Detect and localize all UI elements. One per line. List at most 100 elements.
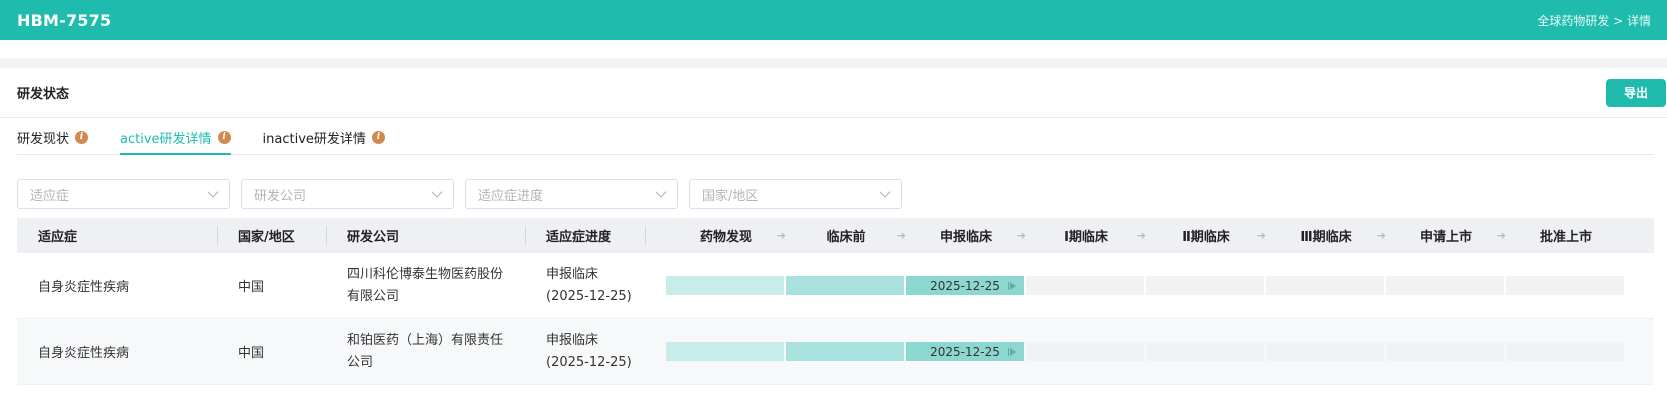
progress-stage: 申报临床 [546,266,599,282]
stage-bar-empty [1506,342,1624,361]
tab-inactive-details[interactable]: inactive研发详情 i [263,122,385,154]
stage-label: 药物发现 [699,230,752,245]
tab-current-status[interactable]: 研发现状 i [17,122,89,154]
filter-bar: 适应症 研发公司 适应症进度 国家/地区 [17,179,902,209]
progress-date: (2025-12-25) [546,288,632,304]
chevron-down-icon [879,186,891,198]
cell-indication: 自身炎症性疾病 [38,346,130,361]
arrow-right-icon: ➔ [1376,229,1386,242]
breadcrumb[interactable]: 全球药物研发 > 详情 [1537,12,1651,29]
select-placeholder: 适应症 [30,188,70,204]
dev-status-card: 研发状态 导出 研发现状 i active研发详情 i inactive研发详情… [0,68,1667,398]
stage-bar-empty [1146,342,1264,361]
stage-label: Ⅱ期临床 [1182,230,1230,245]
col-region: 国家/地区 [218,218,327,253]
stage-header: Ⅱ期临床 ➔ [1146,226,1266,245]
arrow-right-icon: ➔ [896,229,906,242]
stage-bar-done [786,276,904,295]
info-icon[interactable]: i [75,130,89,144]
company-line: 四川科伦博泰生物医药股份 [347,266,504,282]
tab-bar: 研发现状 i active研发详情 i inactive研发详情 i [17,123,1654,155]
company-line: 公司 [347,354,374,370]
stage-date: 2025-12-25 [930,278,1000,293]
flag-icon [1008,347,1016,356]
select-placeholder: 国家/地区 [702,188,759,204]
tab-label: active研发详情 [120,131,212,147]
info-icon[interactable]: i [217,130,231,144]
indication-select[interactable]: 适应症 [17,179,230,209]
top-bar: HBM-7575 全球药物研发 > 详情 [0,0,1667,40]
stage-bar-done [666,342,784,361]
arrow-right-icon: ➔ [776,229,786,242]
cell-progress: 申报临床 (2025-12-25) [526,330,646,374]
progress-date: (2025-12-25) [546,354,632,370]
progress-stage: 申报临床 [546,332,599,348]
stage-bar-empty [1026,342,1144,361]
export-button[interactable]: 导出 [1606,78,1666,107]
stage-label: 申报临床 [939,230,992,245]
chevron-down-icon [655,186,667,198]
stage-header: 临床前 ➔ [786,226,906,245]
stage-bar-done [786,342,904,361]
card-header: 研发状态 导出 [0,68,1667,118]
stage-header: 批准上市 [1506,226,1626,245]
stage-bar-current[interactable]: 2025-12-25 [906,342,1024,361]
arrow-right-icon: ➔ [1016,229,1026,242]
stage-bar-empty [1506,276,1624,295]
stage-label: 申请上市 [1419,230,1472,245]
stage-label: 临床前 [826,230,866,245]
page-title: HBM-7575 [17,10,112,30]
flag-icon [1008,281,1016,290]
region-select[interactable]: 国家/地区 [689,179,902,209]
chevron-down-icon [207,186,219,198]
stage-header: 药物发现 ➔ [666,226,786,245]
info-icon[interactable]: i [371,130,385,144]
pipeline-table: 适应症 国家/地区 研发公司 适应症进度 药物发现 ➔ 临床前 ➔ 申报临床 ➔ Ⅰ期… [17,218,1654,385]
stage-bar-empty [1146,276,1264,295]
stage-timeline: 2025-12-25 [646,342,1654,361]
progress-select[interactable]: 适应症进度 [465,179,678,209]
stage-header-group: 药物发现 ➔ 临床前 ➔ 申报临床 ➔ Ⅰ期临床 ➔ Ⅱ期临床 ➔ Ⅲ期临床 ➔ 申请上市 ➔… [646,218,1654,253]
stage-bar-empty [1386,276,1504,295]
stage-date: 2025-12-25 [930,344,1000,359]
header-strip [0,40,1667,58]
stage-label: 批准上市 [1539,230,1592,245]
arrow-right-icon: ➔ [1136,229,1146,242]
select-placeholder: 研发公司 [254,188,307,204]
tab-label: inactive研发详情 [262,131,366,147]
cell-company: 四川科伦博泰生物医药股份 有限公司 [327,264,526,308]
table-row: 自身炎症性疾病 中国 和铂医药（上海）有限责任 公司 申报临床 (2025-12-2… [17,319,1654,385]
stage-bar-empty [1266,276,1384,295]
stage-header: Ⅰ期临床 ➔ [1026,226,1146,245]
select-placeholder: 适应症进度 [478,188,544,204]
stage-header: 申请上市 ➔ [1386,226,1506,245]
stage-bar-done [666,276,784,295]
cell-region: 中国 [238,346,265,361]
stage-header: Ⅲ期临床 ➔ [1266,226,1386,245]
stage-header: 申报临床 ➔ [906,226,1026,245]
stage-timeline: 2025-12-25 [646,276,1654,295]
col-indication: 适应症 [17,218,218,253]
cell-company: 和铂医药（上海）有限责任 公司 [327,330,526,374]
arrow-right-icon: ➔ [1496,229,1506,242]
arrow-right-icon: ➔ [1256,229,1266,242]
col-progress: 适应症进度 [526,218,646,253]
stage-bar-empty [1266,342,1384,361]
chevron-down-icon [431,186,443,198]
cell-indication: 自身炎症性疾病 [38,280,130,295]
tab-active-details[interactable]: active研发详情 i [120,122,231,155]
stage-bar-current[interactable]: 2025-12-25 [906,276,1024,295]
table-row: 自身炎症性疾病 中国 四川科伦博泰生物医药股份 有限公司 申报临床 (2025-12… [17,253,1654,319]
company-line: 和铂医药（上海）有限责任 [347,332,504,348]
stage-bar-empty [1026,276,1144,295]
stage-label: Ⅰ期临床 [1064,230,1108,245]
stage-label: Ⅲ期临床 [1300,230,1352,245]
company-select[interactable]: 研发公司 [241,179,454,209]
stage-bar-empty [1386,342,1504,361]
table-header: 适应症 国家/地区 研发公司 适应症进度 药物发现 ➔ 临床前 ➔ 申报临床 ➔ Ⅰ期… [17,218,1654,253]
card-title: 研发状态 [17,87,70,102]
cell-progress: 申报临床 (2025-12-25) [526,264,646,308]
col-company: 研发公司 [327,218,526,253]
tab-label: 研发现状 [17,131,70,147]
company-line: 有限公司 [347,288,400,304]
